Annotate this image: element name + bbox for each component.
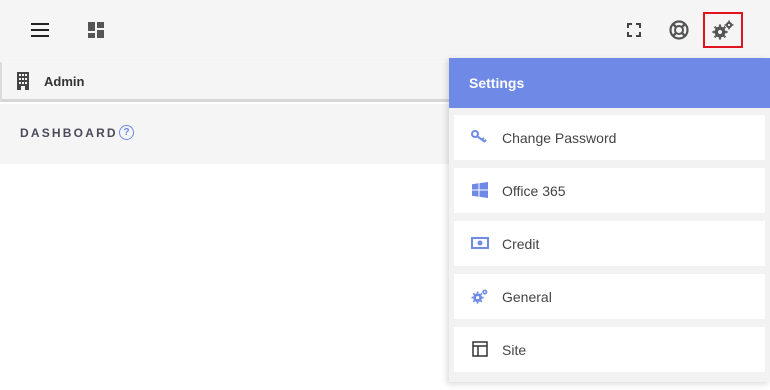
page-title: DASHBOARD: [20, 126, 118, 140]
menu-item-label: General: [502, 288, 552, 305]
menu-item-label: Change Password: [502, 129, 617, 146]
money-icon: [470, 233, 490, 253]
breadcrumb: Admin: [0, 62, 450, 102]
layout-icon: [470, 339, 490, 359]
lifebuoy-icon[interactable]: [667, 18, 691, 42]
menu-item-change-password[interactable]: Change Password: [454, 115, 765, 160]
menu-item-label: Site: [502, 341, 527, 358]
breadcrumb-label[interactable]: Admin: [44, 74, 84, 89]
menu-item-general[interactable]: General: [454, 274, 765, 319]
dashboard-header: DASHBOARD ?: [0, 104, 450, 164]
menu-item-label: Office 365: [502, 182, 566, 199]
key-icon: [470, 127, 490, 147]
menu-item-credit[interactable]: Credit: [454, 221, 765, 266]
fullscreen-icon[interactable]: [622, 18, 646, 42]
gears-icon: [470, 286, 490, 306]
settings-panel: Settings Change Password Office 365 Cred…: [449, 58, 770, 382]
menu-item-site[interactable]: Site: [454, 327, 765, 372]
menu-item-office-365[interactable]: Office 365: [454, 168, 765, 213]
top-bar: [0, 0, 770, 60]
settings-highlight-box: [703, 12, 743, 48]
windows-icon: [470, 180, 490, 200]
settings-title: Settings: [449, 58, 770, 108]
menu-item-label: Credit: [502, 235, 540, 252]
building-icon: [16, 72, 30, 95]
menu-icon[interactable]: [28, 18, 52, 42]
dashboard-grid-icon[interactable]: [84, 18, 108, 42]
help-icon[interactable]: ?: [119, 125, 134, 140]
